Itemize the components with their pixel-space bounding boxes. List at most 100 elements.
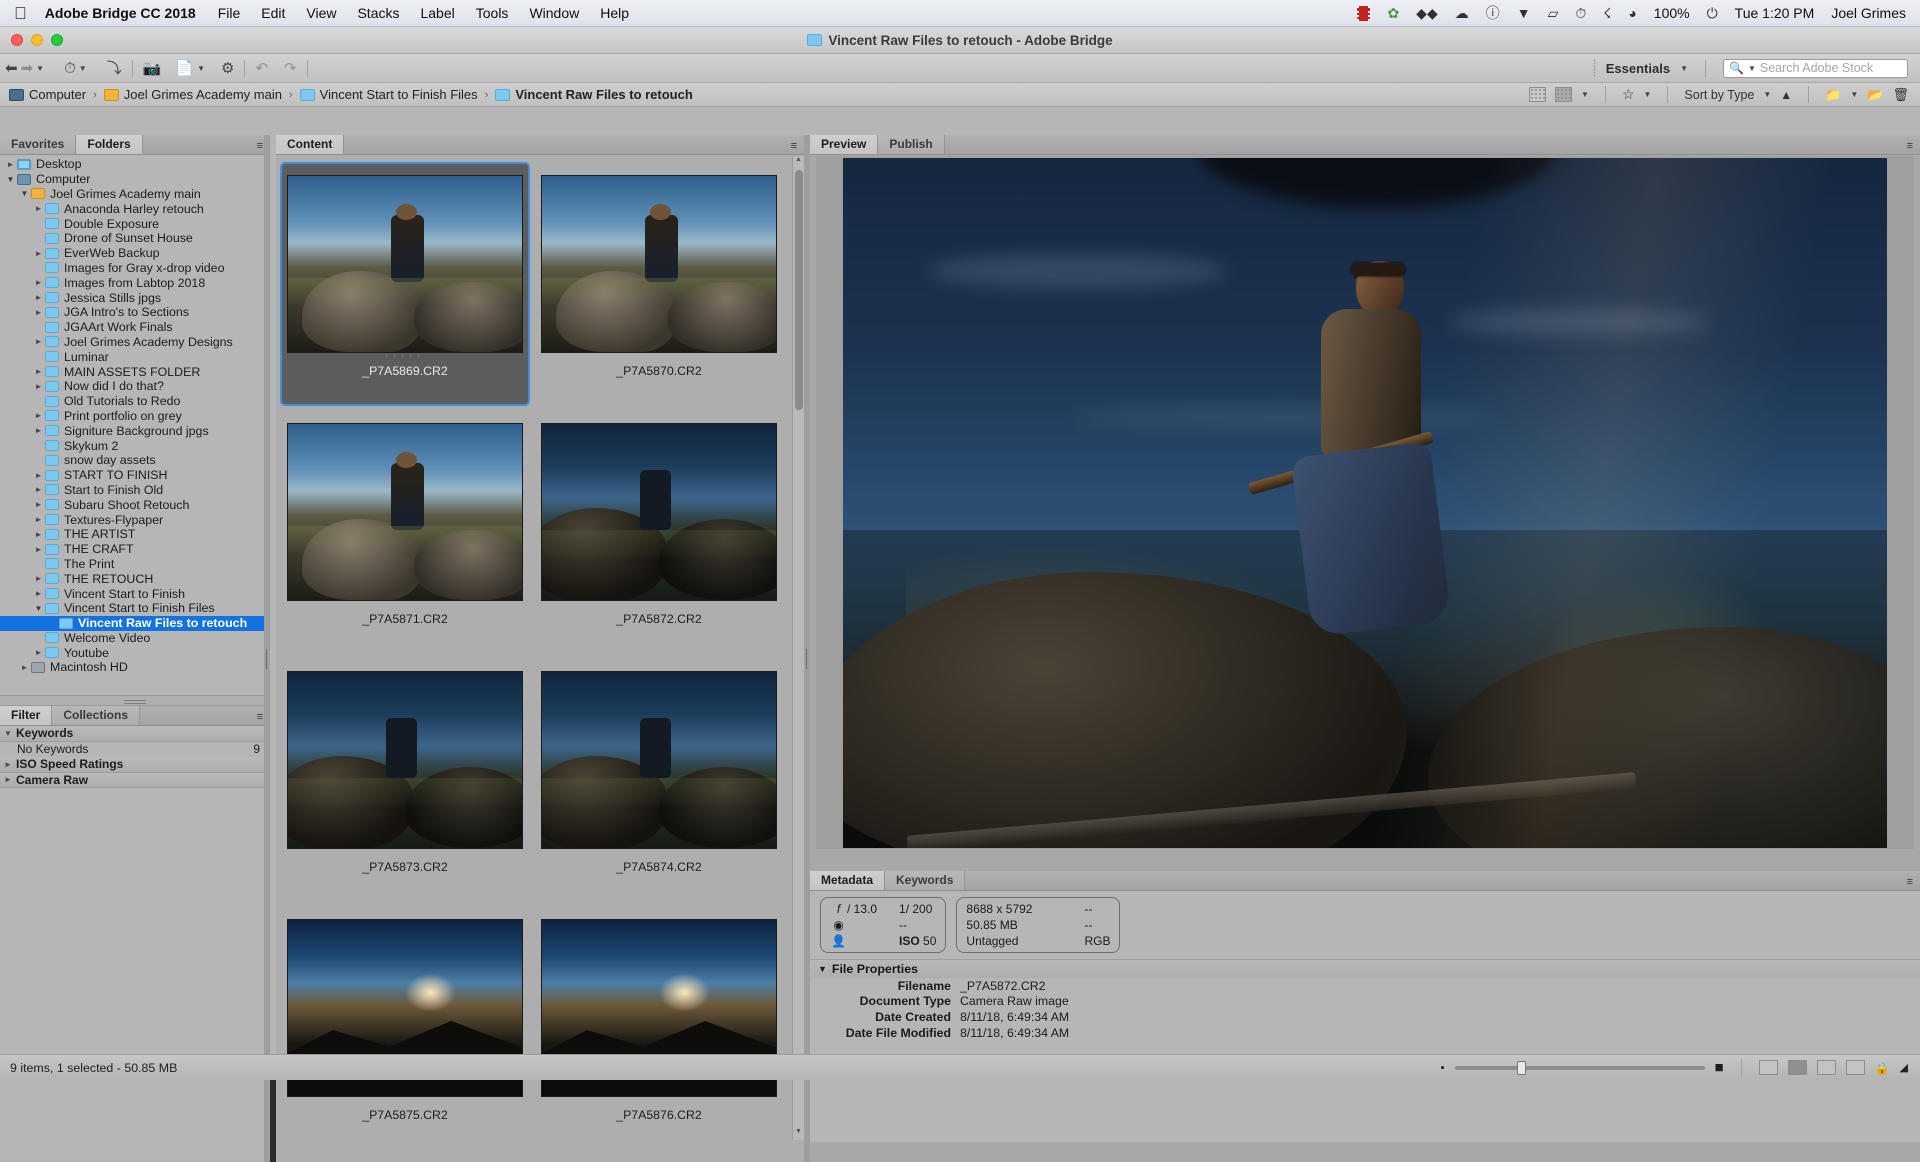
refine-chevron-down-icon[interactable]: ▼ [197,64,205,73]
tree-item-jessica-stills-jpgs[interactable]: ► Jessica Stills jpgs [0,290,270,305]
get-photos-from-camera-icon[interactable]: 📷 [143,61,162,76]
tree-item-signiture-background-jpgs[interactable]: ► Signiture Background jpgs [0,423,270,438]
disclosure-triangle-icon[interactable]: ► [32,515,45,524]
tree-item-double-exposure[interactable]: Double Exposure [0,216,270,231]
menu-item-stacks[interactable]: Stacks [357,5,399,21]
wifi-icon[interactable]: ◕ [1628,5,1636,21]
zoom-out-icon[interactable]: ▪ [1441,1062,1445,1074]
disclosure-triangle-open-icon[interactable]: ▼ [0,729,16,738]
tree-item-jgaart-work-finals[interactable]: JGAArt Work Finals [0,320,270,335]
thumbnail-grid[interactable]: ····· _P7A5869.CR2 _P7A5870.CR2 _P7A5871.CR… [276,156,792,1140]
tab-keywords[interactable]: Keywords [885,871,966,890]
tree-item-textures-flypaper[interactable]: ► Textures-Flypaper [0,512,270,527]
bluetooth-icon[interactable]: ☇ [1603,5,1611,22]
search-input[interactable]: 🔍 ▼ Search Adobe Stock [1723,58,1908,78]
thumbnail-cell[interactable]: _P7A5870.CR2 [534,162,784,406]
filter-group-iso-speed-ratings[interactable]: ► ISO Speed Ratings [0,757,270,773]
tree-item-welcome-video[interactable]: Welcome Video [0,631,270,646]
panel-menu-icon[interactable]: ≡ [784,140,804,154]
tree-item-the-craft[interactable]: ► THE CRAFT [0,542,270,557]
thumbnail-cell[interactable]: _P7A5873.CR2 [280,658,530,902]
tree-item-the-print[interactable]: The Print [0,557,270,572]
filter-view-icon[interactable] [1555,87,1573,102]
filter-groups[interactable]: ▼ Keywords No Keywords 9 ► ISO Speed Ratings ►… [0,726,270,788]
tab-content[interactable]: Content [276,135,345,154]
creative-cloud-icon[interactable]: ☁ [1455,5,1469,22]
app-name-label[interactable]: Adobe Bridge CC 2018 [45,5,196,21]
menubar-clock[interactable]: Tue 1:20 PM [1735,5,1815,21]
arrow-left-icon[interactable]: ⬅ [5,61,18,76]
timemachine-icon[interactable]: ⏱ [1575,5,1586,22]
search-chevron-down-icon[interactable]: ▼ [1748,64,1756,73]
thumbnail-view-icon[interactable] [1529,87,1547,102]
disclosure-triangle-open-icon[interactable]: ▼ [4,175,17,184]
metadata-row-value[interactable]: 8/11/18, 6:49:34 AM [960,1026,1069,1040]
filter-group-camera-raw[interactable]: ► Camera Raw [0,772,270,788]
details-view-icon[interactable] [1787,1060,1807,1075]
panel-splitter-horizontal[interactable] [0,695,270,706]
metadata-row-value[interactable]: _P7A5872.CR2 [960,979,1045,993]
tab-folders[interactable]: Folders [76,135,143,154]
tree-item-main-assets-folder[interactable]: ► MAIN ASSETS FOLDER [0,364,270,379]
dropbox-icon[interactable]: ◆◆ [1416,5,1438,22]
disclosure-triangle-icon[interactable]: ► [32,574,45,583]
tab-preview[interactable]: Preview [810,135,879,154]
new-folder-icon[interactable]: 📂 [1867,87,1883,103]
menu-item-view[interactable]: View [306,5,336,21]
grid-view-icon[interactable] [1758,1060,1778,1075]
disclosure-triangle-open-icon[interactable]: ▼ [18,189,31,198]
list-view-icon[interactable] [1816,1060,1836,1075]
tree-item-youtube[interactable]: ► Youtube [0,645,270,660]
disclosure-triangle-icon[interactable]: ► [4,160,17,169]
tree-item-skykum-2[interactable]: Skykum 2 [0,438,270,453]
star-chevron-down-icon[interactable]: ▼ [1644,90,1652,99]
disclosure-triangle-icon[interactable]: ► [32,382,45,391]
recent-chevron-down-icon[interactable]: ▼ [79,64,87,73]
disclosure-triangle-icon[interactable]: ► [32,308,45,317]
disclosure-triangle-icon[interactable]: ► [32,411,45,420]
chevron-down-icon[interactable]: ▼ [36,64,44,73]
breadcrumb-item-current[interactable]: Vincent Raw Files to retouch [495,87,693,102]
menubar-user-label[interactable]: Joel Grimes [1831,5,1906,21]
disclosure-triangle-icon[interactable]: ► [32,204,45,213]
tree-item-joel-grimes-academy-designs[interactable]: ► Joel Grimes Academy Designs [0,335,270,350]
left-vertical-splitter[interactable] [264,135,270,1162]
clock-icon[interactable]: ⏱ [64,61,76,76]
disclosure-triangle-icon[interactable]: ► [32,530,45,539]
filmstrip-icon[interactable] [1357,5,1371,21]
menu-item-edit[interactable]: Edit [261,5,285,21]
menu-item-window[interactable]: Window [529,5,579,21]
apple-icon[interactable]:  [14,5,27,22]
menu-item-help[interactable]: Help [600,5,629,21]
panel-menu-icon[interactable]: ≡ [1900,140,1920,154]
thumbnail-cell[interactable]: _P7A5872.CR2 [534,410,784,654]
refine-icon[interactable]: 📄 [175,61,194,76]
thumbnail-size-slider[interactable] [1454,1060,1705,1075]
trash-icon[interactable]: 🗑 [1892,87,1909,103]
tree-item-jga-intro-s-to-sections[interactable]: ► JGA Intro's to Sections [0,305,270,320]
tree-item-print-portfolio-on-grey[interactable]: ► Print portfolio on grey [0,409,270,424]
thumbnail-cell[interactable]: _P7A5875.CR2 [280,906,530,1140]
disclosure-triangle-icon[interactable]: ► [32,485,45,494]
view-chevron-down-icon[interactable]: ▼ [1581,90,1589,99]
open-in-icon[interactable]: 📁 [1825,87,1841,103]
open-chevron-down-icon[interactable]: ▼ [1850,90,1858,99]
arrow-right-icon[interactable]: ➡ [21,61,34,76]
tree-item-subaru-shoot-retouch[interactable]: ► Subaru Shoot Retouch [0,497,270,512]
disclosure-triangle-icon[interactable]: ► [18,663,31,672]
thumbnail-cell[interactable]: _P7A5874.CR2 [534,658,784,902]
airdrop-icon[interactable]: ▼ [1517,5,1531,21]
disclosure-triangle-icon[interactable]: ► [32,500,45,509]
tree-item-luminar[interactable]: Luminar [0,349,270,364]
sort-ascending-icon[interactable]: ▲ [1780,88,1792,102]
filter-group-keywords[interactable]: ▼ Keywords [0,726,270,742]
filter-row[interactable]: No Keywords 9 [0,742,270,758]
thumbnail-cell[interactable]: _P7A5876.CR2 [534,906,784,1140]
breadcrumb-item-folder[interactable]: Vincent Start to Finish Files [299,87,478,102]
rotate-counter-clockwise-icon[interactable]: ↶ [255,61,268,76]
thumbnail-cell[interactable]: ····· _P7A5869.CR2 [280,162,530,406]
tab-favorites[interactable]: Favorites [0,135,77,154]
preview-stage[interactable] [816,156,1914,849]
airplay-icon[interactable]: ▱ [1548,5,1559,22]
folder-tree[interactable]: ► Desktop ▼ Computer ▼ Joel Grimes Academy ma… [0,155,270,695]
